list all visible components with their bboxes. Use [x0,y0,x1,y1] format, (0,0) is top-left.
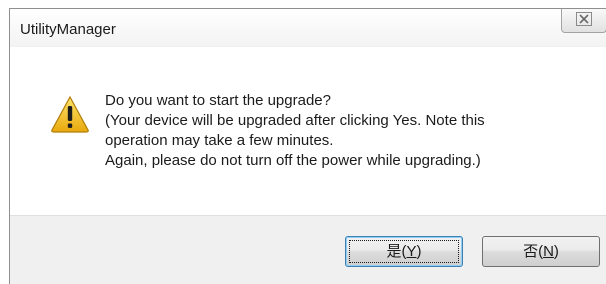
message-line: Do you want to start the upgrade? [105,92,331,109]
yes-button-mnemonic: Y [406,243,417,260]
button-bar: 是(Y) 否(N) [10,215,606,284]
message-line: Again, please do not turn off the power … [105,152,481,169]
no-button-label: 否( [523,243,544,260]
dialog-content: Do you want to start the upgrade? (Your … [10,46,606,216]
title-bar[interactable]: UtilityManager [10,9,606,46]
no-button-mnemonic: N [543,243,554,260]
warning-triangle-icon [51,95,89,133]
no-button-suffix: ) [553,243,559,260]
yes-button-label: 是( [386,243,407,260]
yes-button-suffix: ) [416,243,422,260]
yes-button[interactable]: 是(Y) [345,236,463,267]
message-dialog: UtilityManager Do you want to start the … [9,8,606,284]
window-title: UtilityManager [20,21,116,38]
message-line: operation may take a few minutes. [105,132,334,149]
no-button[interactable]: 否(N) [482,236,600,267]
message-text: Do you want to start the upgrade? (Your … [105,91,485,171]
close-button[interactable] [561,9,606,33]
message-line: (Your device will be upgraded after clic… [105,112,485,129]
close-icon [576,12,592,29]
